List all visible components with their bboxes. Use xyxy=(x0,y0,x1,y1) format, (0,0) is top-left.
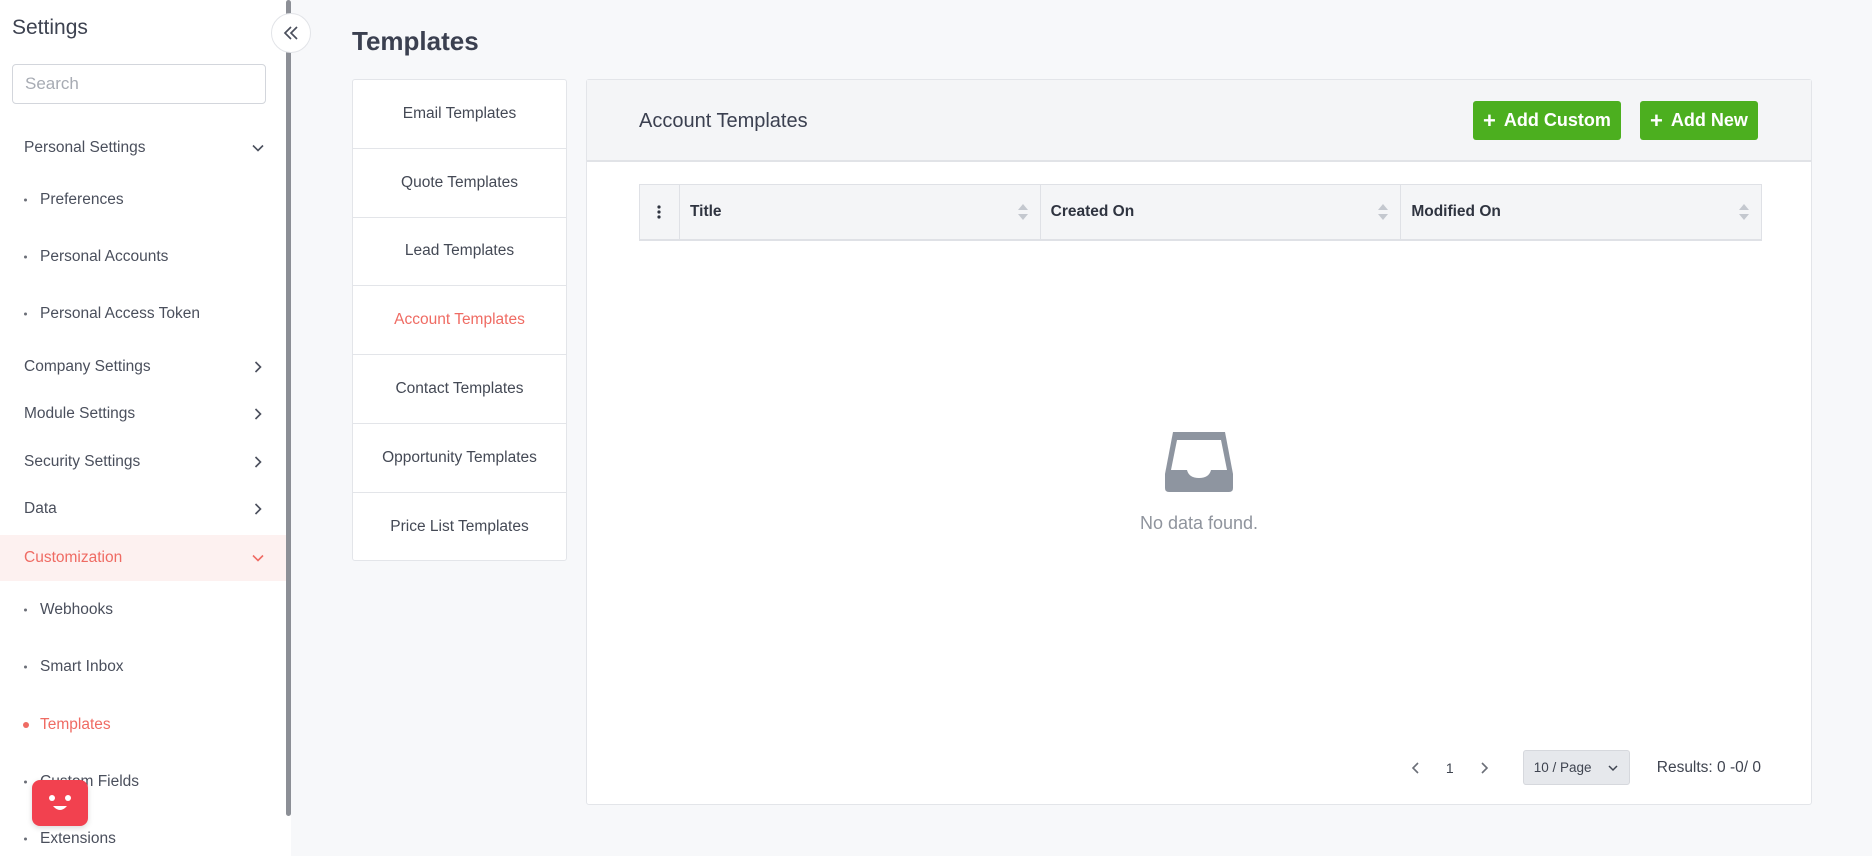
template-type-lead[interactable]: Lead Templates xyxy=(353,218,566,287)
sidebar-item-label: Webhooks xyxy=(40,601,113,618)
chevron-down-icon xyxy=(252,554,264,562)
next-page-button[interactable] xyxy=(1473,757,1495,779)
template-type-opportunity[interactable]: Opportunity Templates xyxy=(353,424,566,493)
nav-group-company-settings[interactable]: Company Settings xyxy=(0,345,286,389)
previous-page-button[interactable] xyxy=(1405,757,1427,779)
template-type-email[interactable]: Email Templates xyxy=(353,80,566,149)
nav-group-security-settings[interactable]: Security Settings xyxy=(0,440,286,484)
bullet-icon xyxy=(24,255,27,259)
nav-group-label: Data xyxy=(24,500,57,517)
chevron-left-icon xyxy=(1411,761,1419,774)
plus-icon: + xyxy=(1650,107,1663,133)
chevron-right-icon xyxy=(254,408,262,420)
nav-group-label: Customization xyxy=(24,549,123,566)
sidebar-item-smart-inbox[interactable]: Smart Inbox xyxy=(0,651,286,683)
vertical-dots-icon xyxy=(657,205,662,219)
plus-icon: + xyxy=(1483,107,1496,133)
template-type-price-list[interactable]: Price List Templates xyxy=(353,493,566,562)
current-page-number[interactable]: 1 xyxy=(1427,760,1473,776)
sidebar-item-label: Personal Access Token xyxy=(40,305,200,322)
sort-icon[interactable] xyxy=(1376,200,1390,224)
template-type-list: Email Templates Quote Templates Lead Tem… xyxy=(352,79,567,561)
chevron-right-icon xyxy=(1481,761,1488,774)
chevron-down-icon xyxy=(1608,764,1618,771)
sidebar-item-webhooks[interactable]: Webhooks xyxy=(0,594,286,626)
chatbot-face-icon xyxy=(49,795,71,810)
add-custom-label: Add Custom xyxy=(1503,110,1611,130)
table-header: Title Created On Modified On xyxy=(639,184,1762,241)
nav-group-label: Company Settings xyxy=(24,358,151,375)
column-label: Title xyxy=(689,203,722,220)
sort-icon[interactable] xyxy=(1737,200,1751,224)
chevron-right-icon xyxy=(254,456,262,468)
sidebar-scrollbar[interactable] xyxy=(286,0,291,816)
template-type-quote[interactable]: Quote Templates xyxy=(353,149,566,218)
sidebar-item-label: Preferences xyxy=(40,191,124,208)
templates-panel: Account Templates + Add Custom + Add New… xyxy=(586,79,1812,805)
bullet-icon xyxy=(24,608,27,612)
double-chevron-left-icon xyxy=(283,26,298,40)
panel-header: Account Templates + Add Custom + Add New xyxy=(587,80,1811,162)
results-count: Results: 0 -0/ 0 xyxy=(1656,758,1761,776)
sidebar-item-templates[interactable]: Templates xyxy=(0,709,286,741)
column-header-title[interactable]: Title xyxy=(680,185,1041,239)
template-type-contact[interactable]: Contact Templates xyxy=(353,355,566,424)
empty-state-text: No data found. xyxy=(1139,513,1259,533)
nav-group-label: Security Settings xyxy=(24,453,141,470)
chevron-right-icon xyxy=(254,361,262,373)
sort-icon[interactable] xyxy=(1016,200,1030,224)
column-label: Modified On xyxy=(1411,203,1501,220)
column-label: Created On xyxy=(1050,203,1135,220)
settings-sidebar: Settings Personal Settings Preferences P… xyxy=(0,0,291,856)
add-new-button[interactable]: + Add New xyxy=(1640,101,1758,140)
page-size-select[interactable]: 10 / Page xyxy=(1522,750,1630,785)
column-options-button[interactable] xyxy=(640,185,680,239)
nav-group-customization[interactable]: Customization xyxy=(0,535,286,581)
nav-group-personal-settings[interactable]: Personal Settings xyxy=(0,126,286,170)
bullet-icon xyxy=(24,198,27,202)
chatbot-button[interactable] xyxy=(32,780,88,826)
pagination: 1 10 / Page Results: 0 -0/ 0 xyxy=(1405,750,1761,785)
bullet-icon xyxy=(23,722,29,728)
nav-group-label: Module Settings xyxy=(24,405,136,422)
column-header-modified-on[interactable]: Modified On xyxy=(1401,185,1761,239)
sidebar-item-preferences[interactable]: Preferences xyxy=(0,184,286,216)
chevron-down-icon xyxy=(252,144,264,152)
sidebar-item-label: Extensions xyxy=(40,830,116,847)
template-type-account[interactable]: Account Templates xyxy=(353,286,566,356)
sidebar-item-label: Templates xyxy=(40,716,111,733)
bullet-icon xyxy=(24,780,27,784)
sidebar-title: Settings xyxy=(12,16,88,39)
bullet-icon xyxy=(24,665,27,669)
panel-title: Account Templates xyxy=(639,110,808,132)
sidebar-item-label: Personal Accounts xyxy=(40,248,169,265)
sidebar-search-input[interactable] xyxy=(12,64,266,104)
page-title: Templates xyxy=(352,26,479,56)
bullet-icon xyxy=(24,837,27,841)
empty-state: No data found. xyxy=(587,430,1811,534)
sidebar-item-label: Smart Inbox xyxy=(40,658,124,675)
sidebar-item-extensions[interactable]: Extensions xyxy=(0,823,286,855)
add-custom-button[interactable]: + Add Custom xyxy=(1473,101,1621,140)
inbox-tray-icon xyxy=(1165,432,1233,492)
nav-group-module-settings[interactable]: Module Settings xyxy=(0,392,286,436)
nav-group-data[interactable]: Data xyxy=(0,487,286,531)
sidebar-item-personal-access-token[interactable]: Personal Access Token xyxy=(0,298,286,330)
page-size-value: 10 / Page xyxy=(1533,760,1592,775)
bullet-icon xyxy=(24,312,27,316)
add-new-label: Add New xyxy=(1670,110,1748,130)
sidebar-item-personal-accounts[interactable]: Personal Accounts xyxy=(0,241,286,273)
collapse-sidebar-button[interactable] xyxy=(271,13,311,53)
chevron-right-icon xyxy=(254,503,262,515)
nav-group-label: Personal Settings xyxy=(24,139,146,156)
column-header-created-on[interactable]: Created On xyxy=(1041,185,1402,239)
